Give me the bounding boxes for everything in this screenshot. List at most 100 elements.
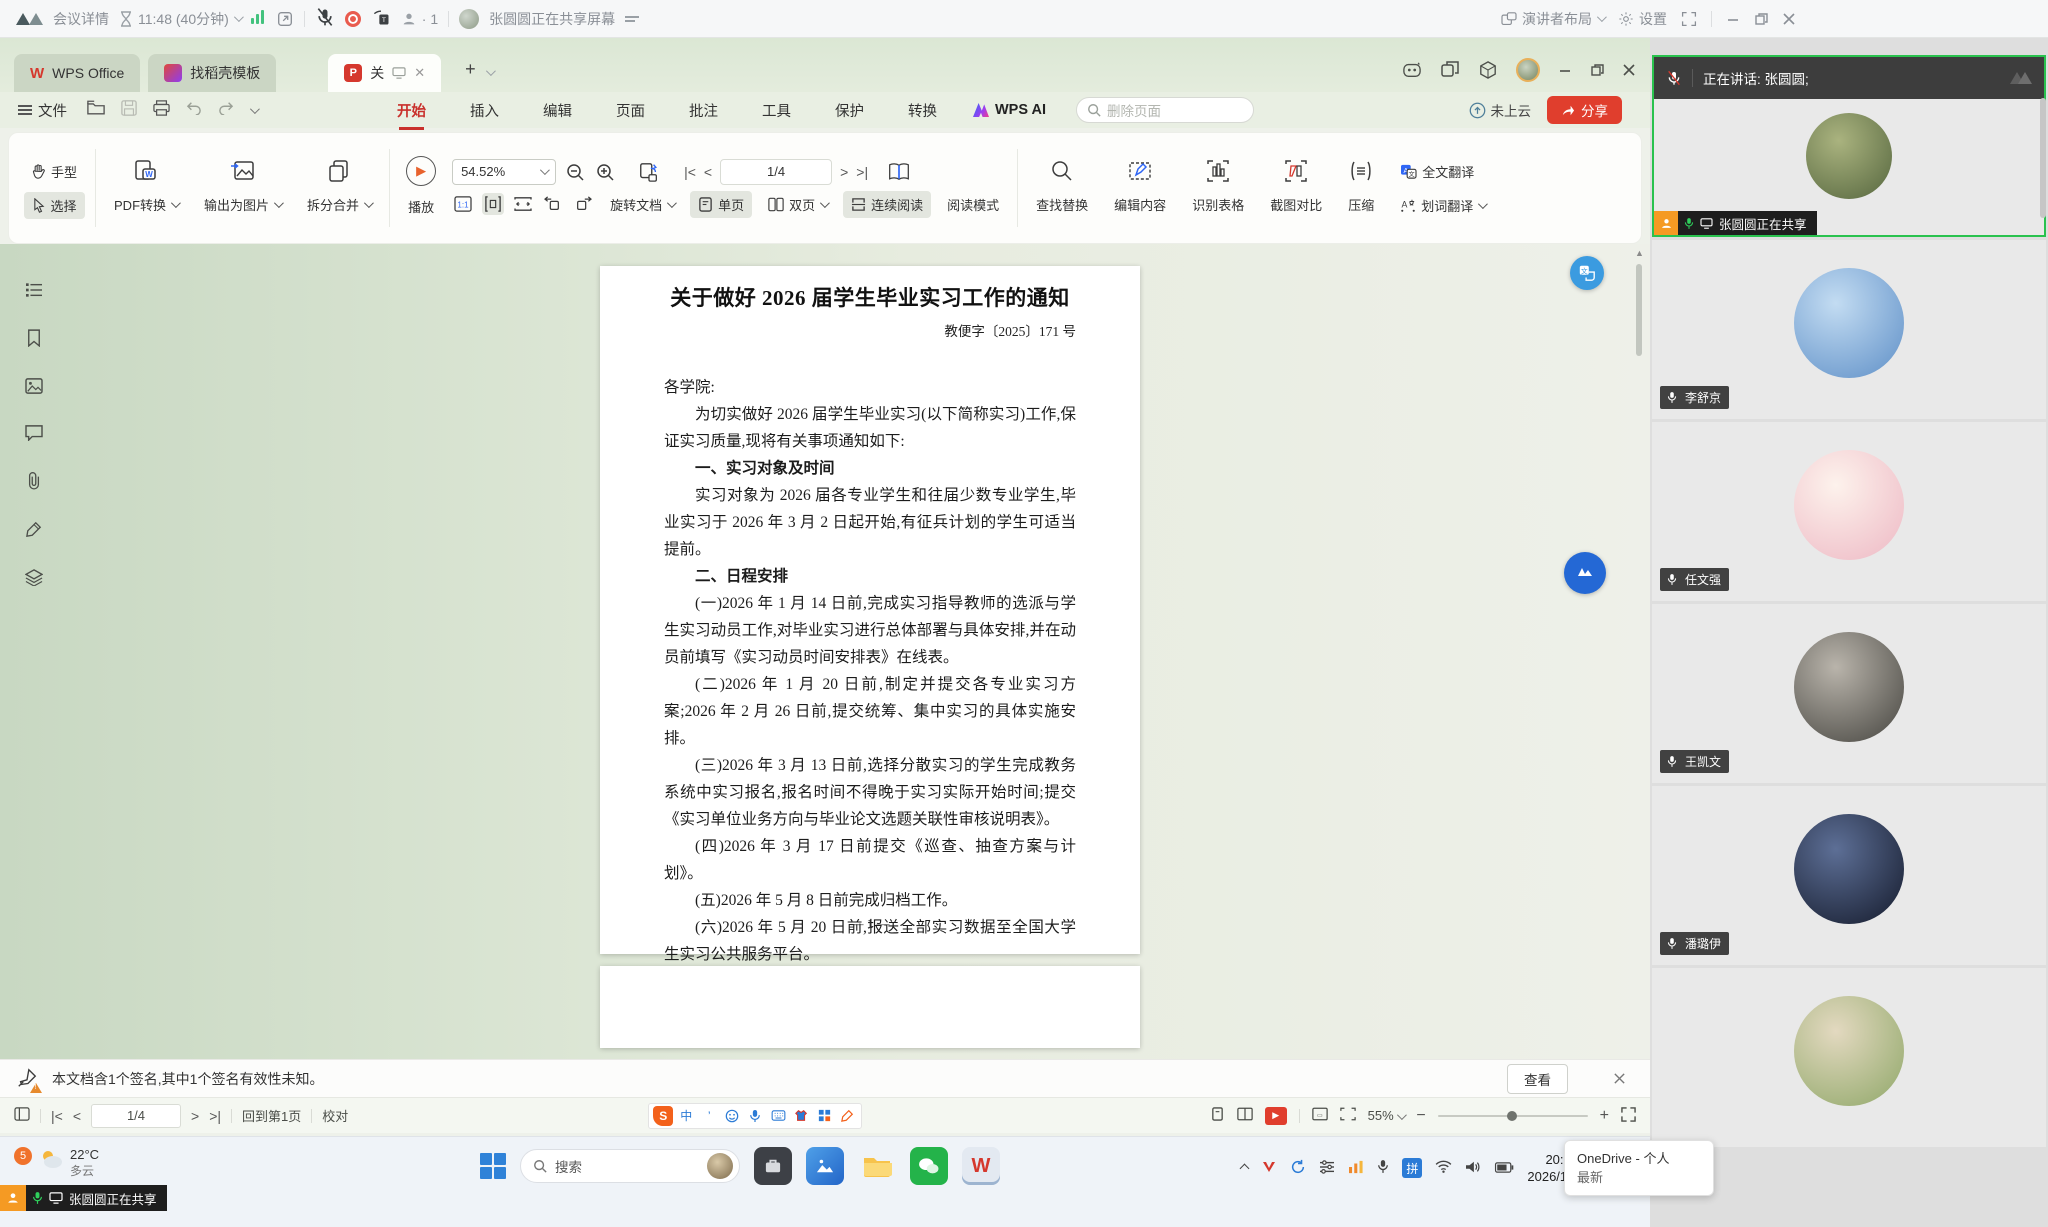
tray-battery-icon[interactable] <box>1494 1161 1514 1176</box>
redo-icon[interactable] <box>218 101 234 119</box>
double-page-button[interactable]: 双页 <box>760 191 835 218</box>
zoom-in-button[interactable] <box>594 161 616 183</box>
split-window-icon[interactable] <box>1440 60 1460 80</box>
photos-app-icon[interactable] <box>806 1147 844 1185</box>
ai-assistant-icon[interactable] <box>1402 60 1422 80</box>
fit-width-button[interactable] <box>482 193 504 215</box>
side-panel-toggle-icon[interactable] <box>14 1107 30 1124</box>
status-page-indicator[interactable]: 1/4 <box>91 1104 181 1128</box>
restore-button[interactable] <box>1754 12 1768 26</box>
sidebar-scrollbar[interactable] <box>2040 98 2046 218</box>
3d-box-icon[interactable] <box>1478 60 1498 80</box>
cloud-sync-status[interactable]: 未上云 <box>1469 100 1532 120</box>
read-mode-button[interactable]: 阅读模式 <box>939 191 1007 218</box>
wps-close-button[interactable] <box>1622 63 1636 77</box>
mic-muted-icon[interactable] <box>315 7 335 30</box>
wps-restore-button[interactable] <box>1590 63 1604 77</box>
more-actions-icon[interactable] <box>250 104 260 114</box>
zoom-slider-plus[interactable]: + <box>1600 1107 1609 1125</box>
play-button[interactable]: ▶ 播放 <box>400 156 442 220</box>
close-button[interactable] <box>1782 12 1796 26</box>
participant-video-tile[interactable]: 李舒京 <box>1652 240 2046 419</box>
sharing-menu-icon[interactable] <box>625 14 639 24</box>
document-viewport[interactable]: 关于做好 2026 届学生毕业实习工作的通知 教便字〔2025〕171 号 各学… <box>0 244 1650 1059</box>
tab-close-icon[interactable]: ✕ <box>414 65 425 81</box>
tab-list-icon[interactable] <box>486 66 496 76</box>
zoom-slider[interactable] <box>1438 1115 1588 1117</box>
compress-button[interactable]: 压缩 <box>1340 158 1382 218</box>
ime-mode-toggle[interactable]: 中 <box>676 1106 696 1126</box>
tray-ime-indicator[interactable]: 拼 <box>1402 1158 1422 1178</box>
find-replace-button[interactable]: 查找替换 <box>1028 158 1096 218</box>
tab-document[interactable]: P 关 ✕ <box>328 54 441 92</box>
ime-pen-icon[interactable] <box>837 1106 857 1126</box>
status-fullscreen-icon[interactable] <box>1621 1107 1636 1125</box>
undo-icon[interactable] <box>186 101 202 119</box>
rotate-left-icon[interactable] <box>542 193 564 215</box>
rotate-right-icon[interactable] <box>572 193 594 215</box>
comment-panel-icon[interactable] <box>25 425 43 446</box>
insert-page-icon[interactable] <box>638 161 660 183</box>
select-tool-button[interactable]: 选择 <box>24 192 85 219</box>
menu-item-开始[interactable]: 开始 <box>397 100 426 121</box>
file-explorer-icon[interactable] <box>858 1147 896 1185</box>
share-button[interactable]: 分享 <box>1547 96 1622 124</box>
annotate-pen-icon[interactable] <box>26 521 42 543</box>
record-button[interactable] <box>345 11 361 27</box>
tray-expand-icon[interactable] <box>1240 1163 1250 1173</box>
fullscreen-icon[interactable] <box>1681 11 1697 27</box>
zoom-slider-knob[interactable] <box>1507 1111 1517 1121</box>
bookmark-panel-icon[interactable] <box>27 329 41 352</box>
app-icon-dark[interactable] <box>754 1147 792 1185</box>
first-page-button[interactable]: |< <box>684 164 696 180</box>
zoom-select[interactable]: 54.52% <box>452 159 556 185</box>
tab-template[interactable]: 找稻壳模板 <box>148 54 276 92</box>
prev-page-button[interactable]: < <box>704 164 712 180</box>
menu-item-编辑[interactable]: 编辑 <box>543 100 572 121</box>
status-book-view-icon[interactable] <box>1237 1107 1253 1124</box>
single-page-button[interactable]: 单页 <box>690 191 752 218</box>
translate-float-button[interactable]: 文 <box>1570 256 1604 290</box>
sogou-logo-icon[interactable]: S <box>653 1106 673 1126</box>
status-fit-screen-icon[interactable] <box>1340 1107 1356 1124</box>
ime-emoji-icon[interactable] <box>722 1106 742 1126</box>
account-avatar[interactable] <box>1516 58 1540 82</box>
layout-switch-button[interactable]: 演讲者布局 <box>1501 9 1604 29</box>
last-page-button[interactable]: >| <box>856 164 868 180</box>
status-fit-ratio-icon[interactable]: ▭ <box>1312 1107 1328 1124</box>
status-play-button[interactable]: ▶ <box>1265 1107 1287 1125</box>
menu-item-批注[interactable]: 批注 <box>689 100 718 121</box>
fit-page-button[interactable] <box>512 193 534 215</box>
document-page-2[interactable] <box>600 966 1140 1048</box>
document-scrollbar[interactable]: ▲ <box>1634 248 1644 1055</box>
ime-skin-icon[interactable] <box>791 1106 811 1126</box>
participant-video-tile[interactable] <box>1652 968 2046 1147</box>
proofread-button[interactable]: 校对 <box>322 1106 348 1125</box>
status-last-page-button[interactable]: >| <box>209 1108 221 1124</box>
outline-panel-icon[interactable] <box>25 282 43 303</box>
print-icon[interactable] <box>153 100 170 120</box>
screenshot-compare-button[interactable]: 截图对比 <box>1262 158 1330 218</box>
tray-wifi-icon[interactable] <box>1435 1160 1452 1176</box>
cast-icon[interactable]: T <box>371 7 391 30</box>
export-image-button[interactable]: 输出为图片 <box>196 158 289 218</box>
tray-stats-icon[interactable] <box>1348 1160 1364 1177</box>
save-icon[interactable] <box>121 100 137 120</box>
actual-size-button[interactable]: 1:1 <box>452 193 474 215</box>
taskbar-search-input[interactable]: 搜索 <box>520 1149 740 1183</box>
back-to-first-button[interactable]: 回到第1页 <box>242 1106 301 1125</box>
split-merge-button[interactable]: 拆分合并 <box>299 158 379 218</box>
command-search-input[interactable]: 删除页面 <box>1076 97 1254 123</box>
page-indicator-input[interactable]: 1/4 <box>720 159 832 185</box>
scroll-up-icon[interactable]: ▲ <box>1635 248 1644 258</box>
status-single-page-icon[interactable] <box>1210 1107 1225 1124</box>
hand-tool-button[interactable]: 手型 <box>23 158 85 185</box>
sharing-indicator-pill[interactable]: 张圆圆正在共享 <box>0 1185 167 1211</box>
next-page-button[interactable]: > <box>840 164 848 180</box>
layers-panel-icon[interactable] <box>25 569 43 591</box>
ime-keyboard-icon[interactable] <box>768 1106 788 1126</box>
status-next-page-button[interactable]: > <box>191 1108 199 1124</box>
word-translate-button[interactable]: A 划词翻译 <box>1392 192 1493 219</box>
recognize-table-button[interactable]: 识别表格 <box>1184 158 1252 218</box>
close-signature-bar-icon[interactable] <box>1613 1072 1626 1085</box>
